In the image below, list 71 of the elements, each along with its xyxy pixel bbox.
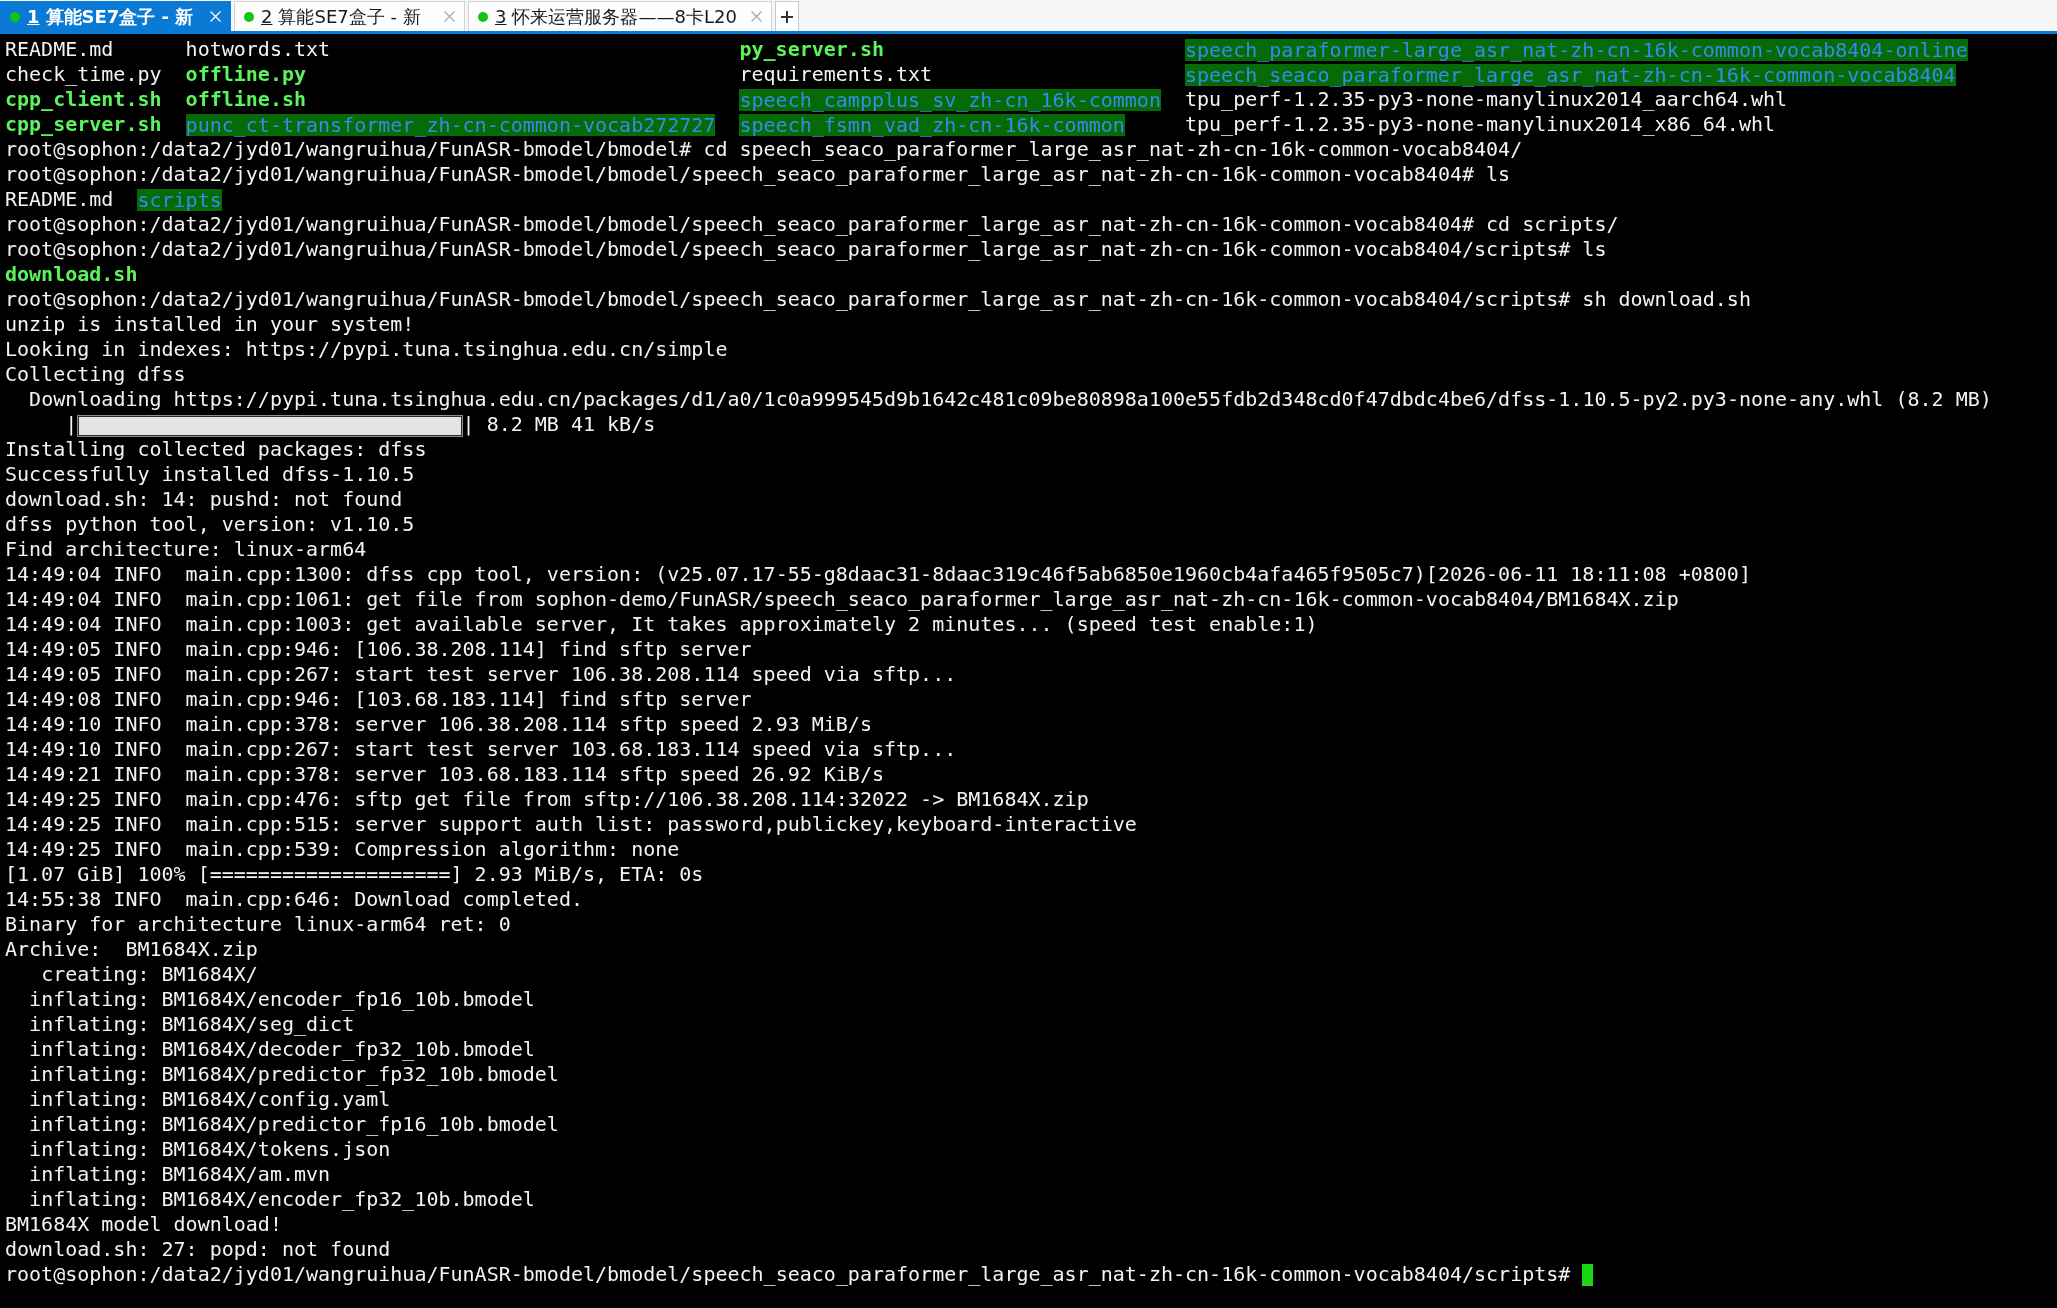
- directory-name: speech_campplus_sv_zh-cn_16k-common: [739, 88, 1161, 111]
- terminal-line: 14:49:10 INFO main.cpp:378: server 106.38.208.114 sftp speed 2.93 MiB/s: [5, 712, 872, 737]
- terminal-line: Downloading https://pypi.tuna.tsinghua.edu.cn/packages/d1/a0/1c0a999545d9b1642c481c09be80898a100e55fdb2d348cd0f47dbdc4be6/dfss-1.10.5-py2.py3-none-any.whl (8.2 MB): [29, 387, 1992, 412]
- directory-name: punc_ct-transformer_zh-cn-common-vocab272727: [185, 113, 716, 136]
- terminal-line: inflating: BM1684X/am.mvn: [29, 1162, 331, 1187]
- close-icon[interactable]: [750, 11, 762, 22]
- terminal-line: inflating: BM1684X/tokens.json: [29, 1137, 391, 1162]
- prompt-line: root@sophon:/data2/jyd01/wangruihua/FunASR-bmodel/bmodel/speech_seaco_paraformer_large_asr_nat-zh-cn-16k-common-vocab8404/scripts#: [5, 1262, 1571, 1287]
- terminal-line: Archive: BM1684X.zip: [5, 937, 258, 962]
- terminal-line: inflating: BM1684X/predictor_fp32_10b.bmodel: [29, 1062, 559, 1087]
- file-name: tpu_perf-1.2.35-py3-none-manylinux2014_aarch64.whl: [1185, 87, 1788, 112]
- terminal-line: inflating: BM1684X/encoder_fp16_10b.bmodel: [29, 987, 535, 1012]
- terminal-line: Successfully installed dfss-1.10.5: [5, 462, 415, 487]
- new-tab-button[interactable]: [774, 1, 799, 31]
- executable-name: download.sh: [5, 262, 138, 287]
- terminal-line: 14:49:25 INFO main.cpp:515: server support auth list: password,publickey,keyboard-interactive: [5, 812, 1137, 837]
- progress-edge-text: |: [65, 412, 78, 437]
- close-icon[interactable]: [444, 11, 455, 22]
- terminal-line: 14:55:38 INFO main.cpp:646: Download completed.: [5, 887, 583, 912]
- terminal-line: 14:49:10 INFO main.cpp:267: start test server 103.68.183.114 speed via sftp...: [5, 737, 957, 762]
- terminal-line: root@sophon:/data2/jyd01/wangruihua/FunASR-bmodel/bmodel/speech_seaco_paraformer_large_asr_nat-zh-cn-16k-common-vocab8404# ls: [5, 162, 1511, 187]
- terminal-line: creating: BM1684X/: [41, 962, 258, 987]
- terminal-line: root@sophon:/data2/jyd01/wangruihua/FunASR-bmodel/bmodel/speech_seaco_paraformer_large_asr_nat-zh-cn-16k-common-vocab8404# cd scripts/: [5, 212, 1619, 237]
- executable-name: offline.sh: [185, 87, 307, 112]
- terminal-line: inflating: BM1684X/seg_dict: [29, 1012, 355, 1037]
- terminal-line: download.sh: 27: popd: not found: [5, 1237, 391, 1262]
- terminal-line: Collecting dfss: [5, 362, 186, 387]
- file-name: tpu_perf-1.2.35-py3-none-manylinux2014_x86_64.whl: [1185, 112, 1775, 137]
- file-name: requirements.txt: [739, 62, 933, 87]
- progress-reading: | 8.2 MB 41 kB/s: [462, 412, 656, 437]
- plus-icon: [780, 10, 793, 23]
- executable-name: cpp_client.sh: [5, 87, 162, 112]
- directory-name: scripts: [137, 188, 222, 211]
- terminal-line: unzip is installed in your system!: [5, 312, 415, 337]
- file-name: check_time.py: [5, 62, 162, 87]
- terminal-line: 14:49:25 INFO main.cpp:539: Compression algorithm: none: [5, 837, 680, 862]
- file-name: hotwords.txt: [185, 37, 331, 62]
- terminal-line: root@sophon:/data2/jyd01/wangruihua/FunASR-bmodel/bmodel# cd speech_seaco_paraformer_large_asr_nat-zh-cn-16k-common-vocab8404/: [5, 137, 1523, 162]
- terminal-line: 14:49:04 INFO main.cpp:1003: get available server, It takes approximately 2 minutes... (speed test enable:1): [5, 612, 1318, 637]
- terminal-line: Find architecture: linux-arm64: [5, 537, 367, 562]
- terminal-line: root@sophon:/data2/jyd01/wangruihua/FunASR-bmodel/bmodel/speech_seaco_paraformer_large_asr_nat-zh-cn-16k-common-vocab8404/scripts# ls: [5, 237, 1607, 262]
- terminal-line: inflating: BM1684X/decoder_fp32_10b.bmodel: [29, 1037, 535, 1062]
- file-name: README.md: [5, 187, 114, 212]
- terminal-line: inflating: BM1684X/predictor_fp16_10b.bmodel: [29, 1112, 559, 1137]
- terminal-line: 14:49:05 INFO main.cpp:946: [106.38.208.114] find sftp server: [5, 637, 752, 662]
- terminal-line: BM1684X model download!: [5, 1212, 282, 1237]
- terminal-line: 14:49:08 INFO main.cpp:946: [103.68.183.114] find sftp server: [5, 687, 752, 712]
- terminal-line: inflating: BM1684X/config.yaml: [29, 1087, 391, 1112]
- tab[interactable]: 1 算能SE7盒子 - 新: [0, 1, 231, 31]
- terminal-line: Installing collected packages: dfss: [5, 437, 427, 462]
- terminal-line: inflating: BM1684X/encoder_fp32_10b.bmodel: [29, 1187, 535, 1212]
- terminal-line: 14:49:04 INFO main.cpp:1300: dfss cpp tool, version: (v25.07.17-55-g8daac31-8daac319c46f5ab6850e1960cb4afa465f9505c7)[2026-06-11 18:11:08 +0800]: [5, 562, 1751, 587]
- terminal-line: [1.07 GiB] 100% [====================] 2.93 MiB/s, ETA: 0s: [5, 862, 704, 887]
- terminal-line: Looking in indexes: https://pypi.tuna.tsinghua.edu.cn/simple: [5, 337, 728, 362]
- tab[interactable]: 3 怀来运营服务器——8卡L20: [468, 1, 772, 31]
- file-name: README.md: [5, 37, 114, 62]
- directory-name: speech_seaco_paraformer_large_asr_nat-zh-cn-16k-common-vocab8404: [1185, 63, 1956, 86]
- terminal-line: root@sophon:/data2/jyd01/wangruihua/FunASR-bmodel/bmodel/speech_seaco_paraformer_large_asr_nat-zh-cn-16k-common-vocab8404/scripts# sh download.sh: [5, 287, 1751, 312]
- directory-name: speech_paraformer-large_asr_nat-zh-cn-16k-common-vocab8404-online: [1185, 38, 1968, 61]
- directory-name: speech_fsmn_vad_zh-cn-16k-common: [739, 113, 1125, 136]
- executable-name: cpp_server.sh: [5, 112, 162, 137]
- terminal-line: 14:49:05 INFO main.cpp:267: start test server 106.38.208.114 speed via sftp...: [5, 662, 957, 687]
- terminal-line: Binary for architecture linux-arm64 ret: 0: [5, 912, 511, 937]
- executable-name: py_server.sh: [739, 37, 884, 62]
- terminal-line: download.sh: 14: pushd: not found: [5, 487, 403, 512]
- terminal-line: dfss python tool, version: v1.10.5: [5, 512, 415, 537]
- terminal-line: 14:49:25 INFO main.cpp:476: sftp get file from sftp://106.38.208.114:32022 -> BM1684X.zip: [5, 787, 1089, 812]
- terminal-line: 14:49:21 INFO main.cpp:378: server 103.68.183.114 sftp speed 26.92 KiB/s: [5, 762, 884, 787]
- terminal-line: 14:49:04 INFO main.cpp:1061: get file from sophon-demo/FunASR/speech_seaco_paraformer_large_asr_nat-zh-cn-16k-common-vocab8404/BM1684X.zip: [5, 587, 1679, 612]
- tab[interactable]: 2 算能SE7盒子 - 新: [234, 1, 465, 31]
- executable-name: offline.py: [185, 62, 307, 87]
